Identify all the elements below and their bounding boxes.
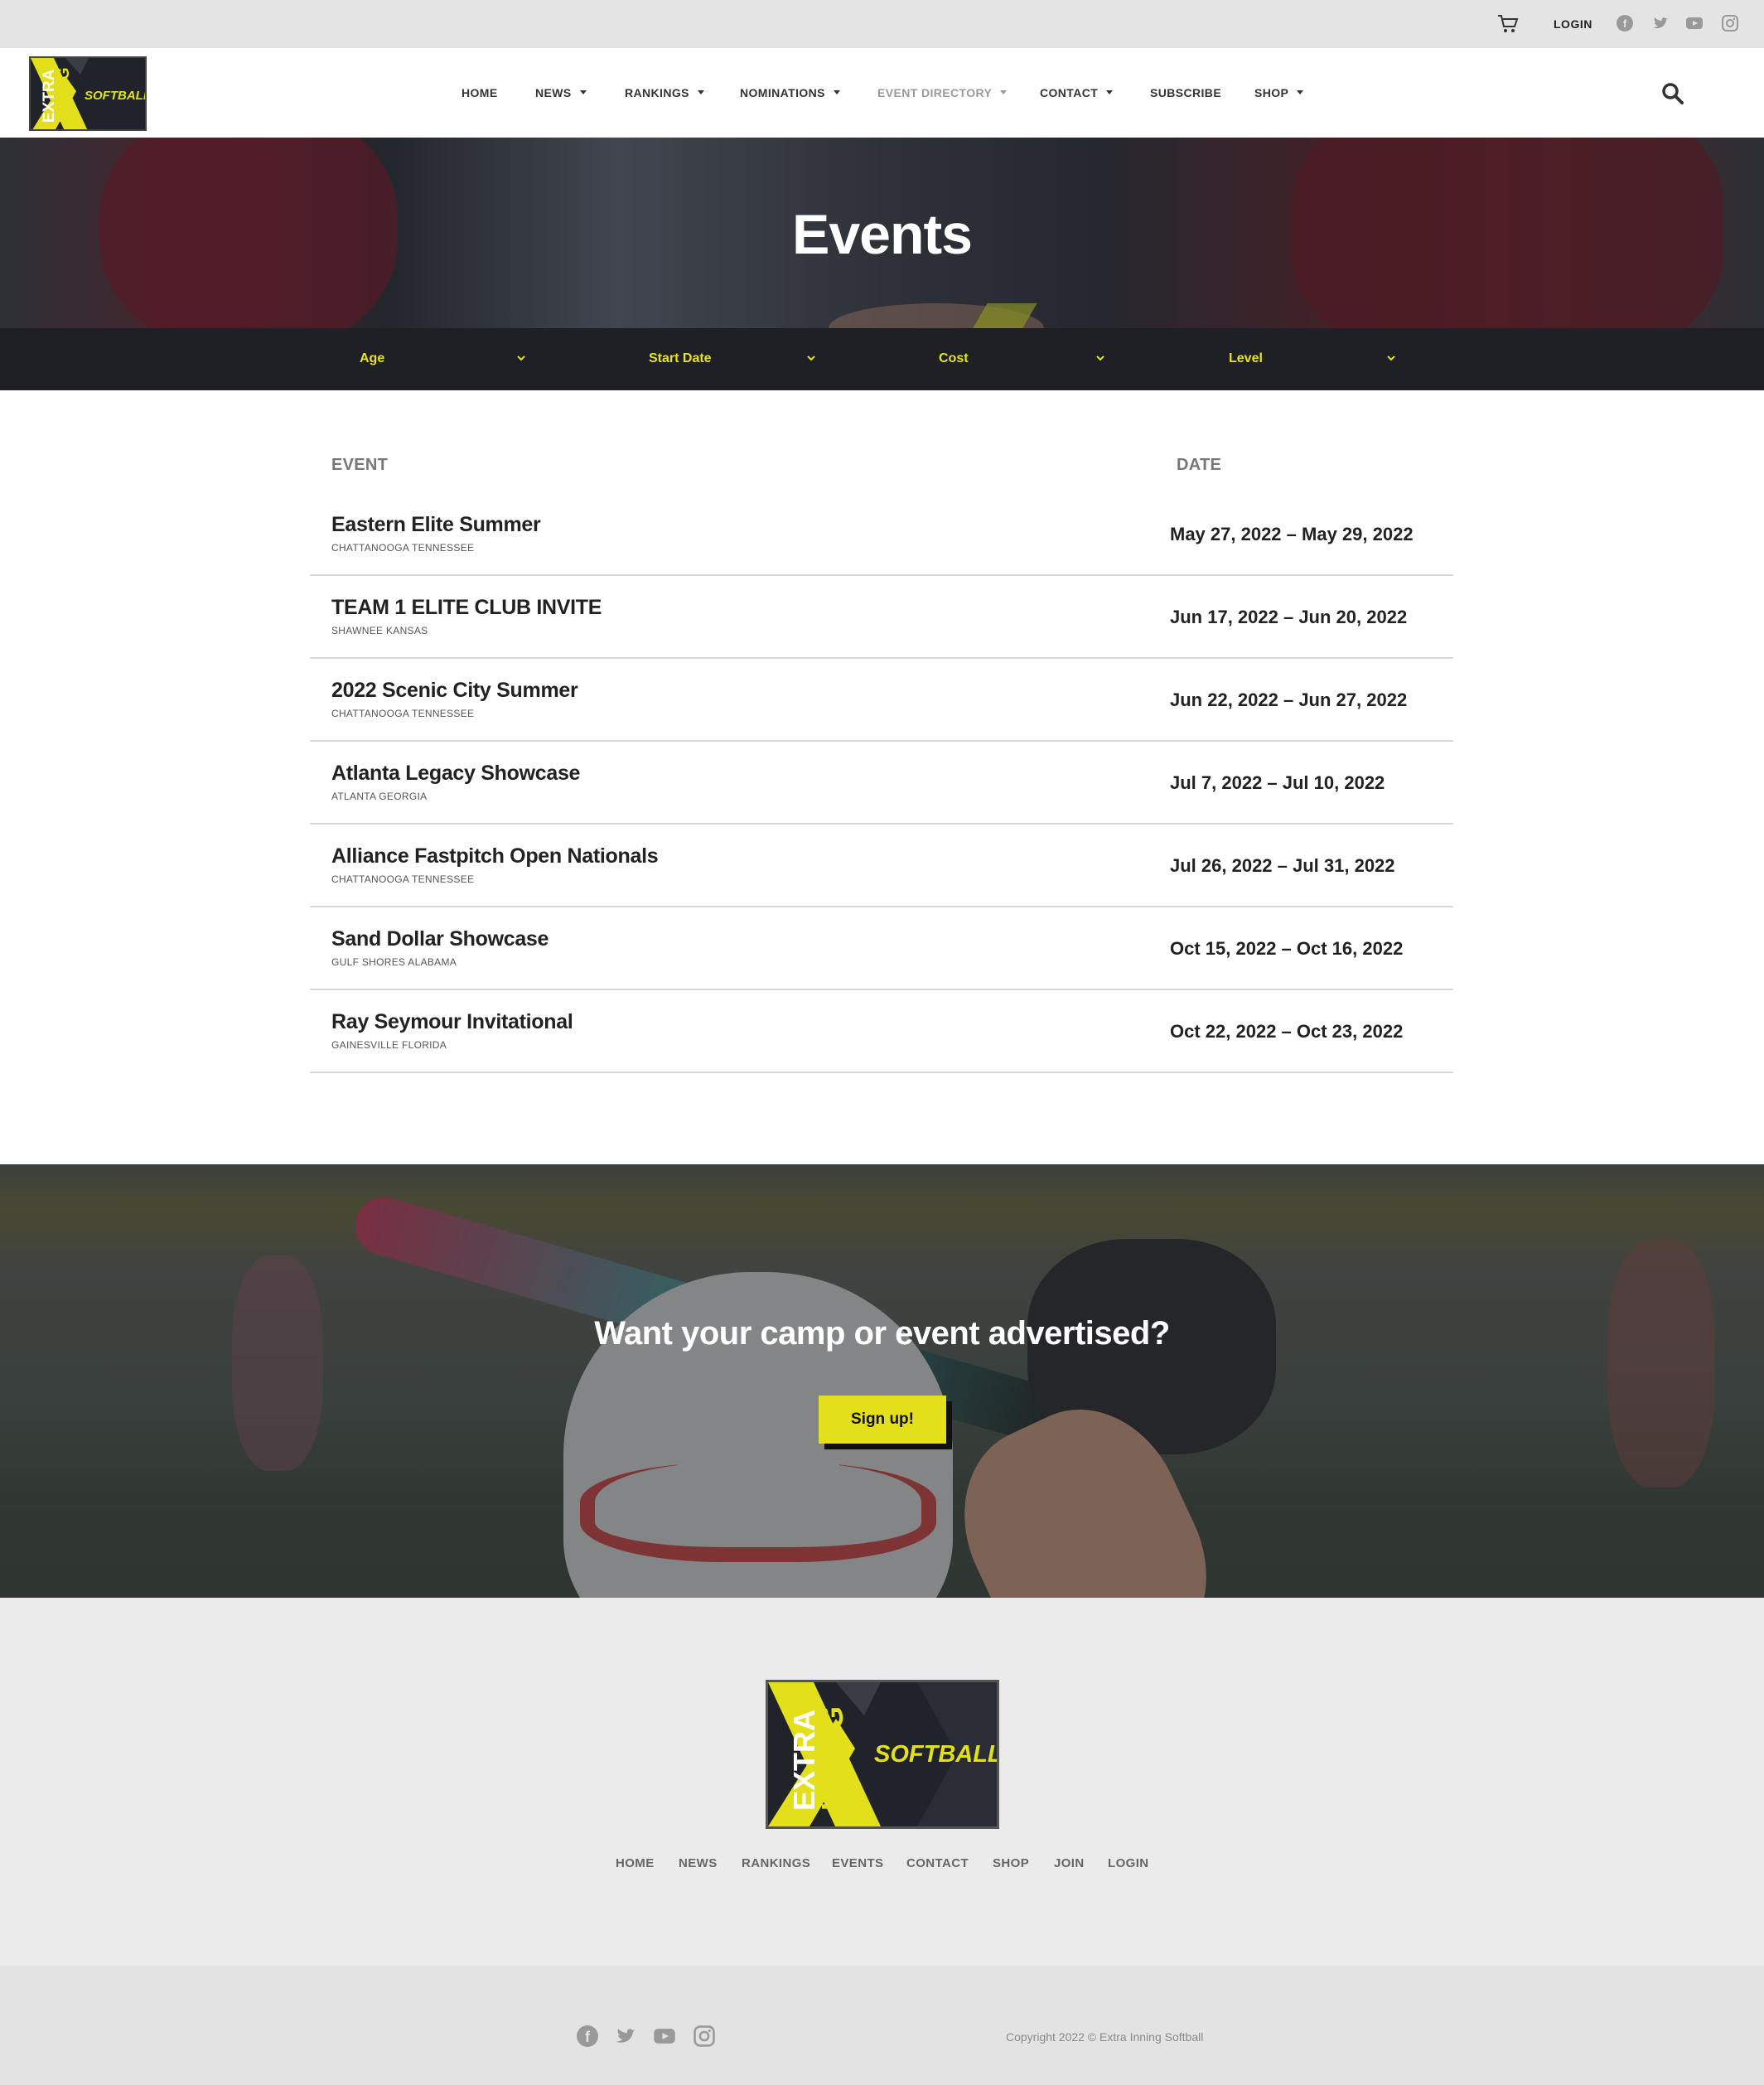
- table-row[interactable]: Ray Seymour Invitational GAINESVILLE FLO…: [310, 990, 1453, 1073]
- chevron-down-icon: [1297, 89, 1304, 94]
- event-name[interactable]: Atlanta Legacy Showcase: [331, 762, 580, 786]
- footer-nav-news[interactable]: NEWS: [679, 1856, 718, 1870]
- table-row[interactable]: TEAM 1 ELITE CLUB INVITE SHAWNEE KANSAS …: [310, 576, 1453, 659]
- table-row[interactable]: Sand Dollar Showcase GULF SHORES ALABAMA…: [310, 907, 1453, 990]
- facebook-icon[interactable]: f: [1616, 14, 1634, 32]
- event-name[interactable]: 2022 Scenic City Summer: [331, 679, 578, 703]
- footer-nav-shop[interactable]: SHOP: [993, 1856, 1029, 1870]
- nav-home[interactable]: HOME: [462, 86, 498, 99]
- footer-nav-events[interactable]: EVENTS: [832, 1856, 883, 1870]
- event-date: Jun 22, 2022 – Jun 27, 2022: [1170, 689, 1408, 710]
- logo-graphic: EXTRA INNING SOFTBALL: [768, 1682, 997, 1826]
- logo-word: SOFTBALL: [874, 1741, 997, 1768]
- facebook-icon[interactable]: f: [576, 2025, 599, 2048]
- table-row[interactable]: Alliance Fastpitch Open Nationals CHATTA…: [310, 825, 1453, 907]
- event-location: CHATTANOOGA TENNESSEE: [331, 708, 475, 719]
- login-link[interactable]: LOGIN: [1554, 17, 1592, 31]
- column-header-date: DATE: [1177, 456, 1222, 474]
- copyright-text: Copyright 2022 © Extra Inning Softball: [1006, 2030, 1204, 2044]
- footer-nav-contact[interactable]: CONTACT: [906, 1856, 969, 1870]
- event-date: Oct 22, 2022 – Oct 23, 2022: [1170, 1021, 1404, 1042]
- cta-heading: Want your camp or event advertised?: [594, 1315, 1170, 1352]
- filter-level[interactable]: Level: [1229, 351, 1263, 366]
- event-date: Jul 26, 2022 – Jul 31, 2022: [1170, 855, 1395, 876]
- nav-subscribe[interactable]: SUBSCRIBE: [1150, 86, 1221, 99]
- event-location: SHAWNEE KANSAS: [331, 625, 428, 636]
- event-name[interactable]: Ray Seymour Invitational: [331, 1010, 573, 1034]
- event-location: GAINESVILLE FLORIDA: [331, 1039, 447, 1051]
- table-row[interactable]: Atlanta Legacy Showcase ATLANTA GEORGIA …: [310, 742, 1453, 825]
- footer-nav-rankings[interactable]: RANKINGS: [742, 1856, 810, 1870]
- event-date: Oct 15, 2022 – Oct 16, 2022: [1170, 938, 1404, 959]
- chevron-down-icon: [833, 89, 840, 94]
- chevron-down-icon: [1000, 89, 1008, 94]
- event-location: GULF SHORES ALABAMA: [331, 956, 457, 968]
- logo-line2: INNING: [815, 1706, 849, 1811]
- table-row[interactable]: 2022 Scenic City Summer CHATTANOOGA TENN…: [310, 659, 1453, 742]
- nav-news[interactable]: NEWS: [535, 86, 587, 99]
- page-title: Events: [792, 203, 973, 266]
- filter-cost[interactable]: Cost: [939, 351, 969, 366]
- instagram-icon[interactable]: [693, 2025, 716, 2048]
- chevron-down-icon: [579, 89, 587, 94]
- chevron-down-icon: [697, 89, 704, 94]
- events-list: Eastern Elite Summer CHATTANOOGA TENNESS…: [310, 493, 1453, 1073]
- event-date: Jun 17, 2022 – Jun 20, 2022: [1170, 607, 1408, 627]
- event-name[interactable]: TEAM 1 ELITE CLUB INVITE: [331, 596, 602, 620]
- event-location: ATLANTA GEORGIA: [331, 791, 428, 802]
- advertise-cta-section: Want your camp or event advertised? Sign…: [0, 1164, 1764, 1598]
- svg-text:f: f: [1623, 17, 1627, 30]
- search-icon[interactable]: [1660, 81, 1685, 106]
- youtube-icon[interactable]: [1685, 14, 1704, 32]
- cta-overlay: [0, 1164, 1764, 1598]
- hero-banner: Events: [0, 138, 1764, 328]
- twitter-icon[interactable]: [1651, 14, 1670, 32]
- chevron-down-icon[interactable]: [516, 353, 526, 363]
- chevron-down-icon[interactable]: [806, 353, 816, 363]
- filter-bar: Age Start Date Cost Level: [0, 328, 1764, 390]
- chevron-down-icon: [1106, 89, 1114, 94]
- youtube-icon[interactable]: [653, 2025, 676, 2048]
- event-date: May 27, 2022 – May 29, 2022: [1170, 524, 1414, 544]
- table-row[interactable]: Eastern Elite Summer CHATTANOOGA TENNESS…: [310, 493, 1453, 576]
- instagram-icon[interactable]: [1721, 14, 1739, 32]
- main-nav: HOME NEWS RANKINGS NOMINATIONS EVENT DIR…: [0, 86, 1764, 103]
- site-footer: EXTRA INNING SOFTBALL HOME NEWS RANKINGS…: [0, 1598, 1764, 1966]
- nav-event-directory[interactable]: EVENT DIRECTORY: [877, 86, 1008, 99]
- filter-age[interactable]: Age: [360, 351, 384, 366]
- footer-bottom-bar: f Copyright 2022 © Extra Inning Softball: [0, 1966, 1764, 2085]
- filter-start-date[interactable]: Start Date: [649, 351, 712, 366]
- event-date: Jul 7, 2022 – Jul 10, 2022: [1170, 772, 1385, 793]
- nav-nominations[interactable]: NOMINATIONS: [740, 86, 840, 99]
- sign-up-button[interactable]: Sign up!: [819, 1396, 946, 1444]
- footer-nav-login[interactable]: LOGIN: [1108, 1856, 1149, 1870]
- chevron-down-icon[interactable]: [1386, 353, 1396, 363]
- event-location: CHATTANOOGA TENNESSEE: [331, 542, 475, 554]
- footer-logo[interactable]: EXTRA INNING SOFTBALL: [766, 1680, 999, 1829]
- cart-icon[interactable]: [1496, 13, 1520, 35]
- column-header-event: EVENT: [331, 456, 389, 474]
- top-utility-bar: LOGIN f: [0, 0, 1764, 48]
- nav-shop[interactable]: SHOP: [1254, 86, 1304, 99]
- footer-nav-home[interactable]: HOME: [616, 1856, 655, 1870]
- event-name[interactable]: Eastern Elite Summer: [331, 513, 541, 537]
- footer-nav-join[interactable]: JOIN: [1054, 1856, 1085, 1870]
- nav-contact[interactable]: CONTACT: [1040, 86, 1114, 99]
- event-location: CHATTANOOGA TENNESSEE: [331, 873, 475, 885]
- svg-text:f: f: [585, 2029, 591, 2045]
- chevron-down-icon[interactable]: [1095, 353, 1105, 363]
- event-name[interactable]: Sand Dollar Showcase: [331, 927, 549, 951]
- twitter-icon[interactable]: [614, 2025, 637, 2048]
- nav-rankings[interactable]: RANKINGS: [625, 86, 704, 99]
- event-name[interactable]: Alliance Fastpitch Open Nationals: [331, 844, 659, 868]
